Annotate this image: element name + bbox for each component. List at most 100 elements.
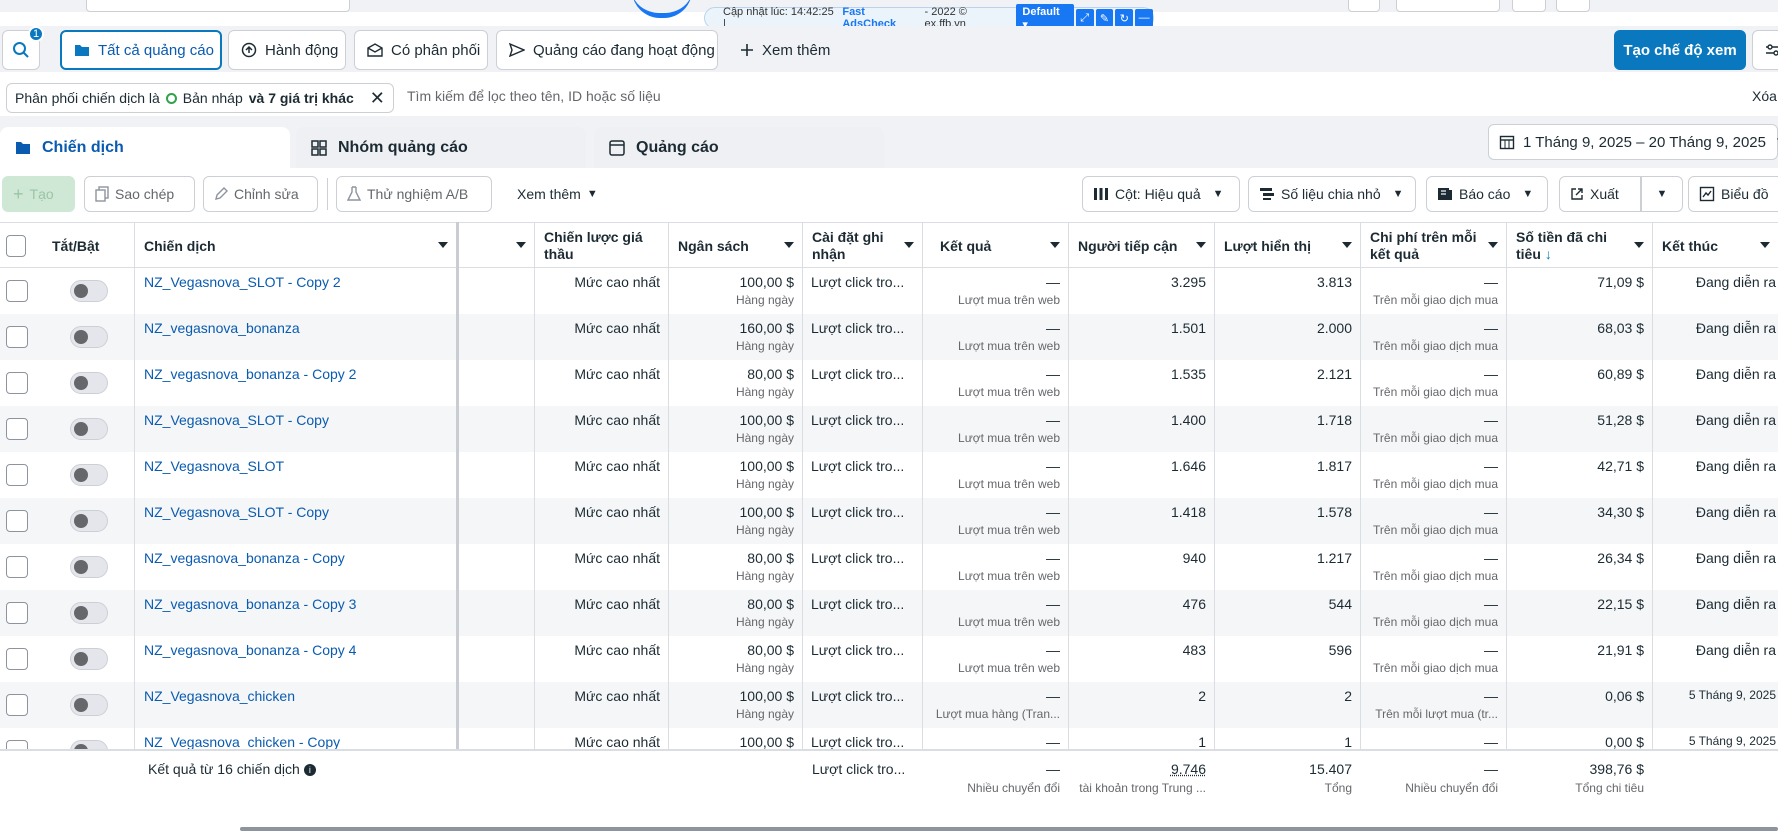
column-header-results[interactable]: Kết quả: [922, 223, 1068, 269]
table-row[interactable]: NZ_Vegasnova_SLOT - Copy Mức cao nhất 100,…: [0, 406, 1778, 452]
duplicate-button[interactable]: Sao chép: [84, 176, 195, 212]
row-checkbox[interactable]: [6, 694, 28, 716]
tab-ads[interactable]: Quảng cáo: [594, 127, 884, 168]
summary-reach[interactable]: 9.746 tài khoản trong Trung ...: [1068, 761, 1206, 795]
budget-cell[interactable]: 100,00 $ Hàng ngày: [668, 688, 794, 721]
column-header-campaign[interactable]: Chiến dịch: [134, 223, 456, 269]
table-row[interactable]: NZ_vegasnova_bonanza - Copy 4 Mức cao nhấ…: [0, 636, 1778, 682]
campaign-toggle[interactable]: [70, 510, 108, 532]
budget-cell[interactable]: 80,00 $ Hàng ngày: [668, 642, 794, 675]
budget-cell[interactable]: 80,00 $ Hàng ngày: [668, 596, 794, 629]
campaign-name-link[interactable]: NZ_vegasnova_bonanza: [144, 320, 300, 336]
row-checkbox[interactable]: [6, 464, 28, 486]
campaign-name-link[interactable]: NZ_vegasnova_bonanza - Copy 4: [144, 642, 356, 658]
campaign-name-link[interactable]: NZ_Vegasnova_chicken: [144, 688, 295, 704]
table-row[interactable]: NZ_Vegasnova_SLOT Mức cao nhất 100,00 $ Hàn…: [0, 452, 1778, 498]
ab-test-button[interactable]: Thử nghiệm A/B: [336, 176, 492, 212]
reports-button[interactable]: Báo cáo ▼: [1426, 176, 1548, 212]
tab-adsets[interactable]: Nhóm quảng cáo: [296, 127, 586, 168]
settings-button[interactable]: [1752, 30, 1778, 70]
date-range-picker[interactable]: 1 Tháng 9, 2025 – 20 Tháng 9, 2025 ▼: [1488, 124, 1778, 160]
close-icon[interactable]: ✕: [370, 88, 385, 109]
table-row[interactable]: NZ_vegasnova_bonanza Mức cao nhất 160,00 $…: [0, 314, 1778, 360]
row-checkbox[interactable]: [6, 418, 28, 440]
budget-cell[interactable]: 100,00 $: [668, 734, 794, 749]
column-header-cost-per-result[interactable]: Chi phí trên mỗi kết quả: [1360, 223, 1506, 269]
table-row[interactable]: NZ_Vegasnova_SLOT - Copy Mức cao nhất 100,…: [0, 498, 1778, 544]
filter-search-input[interactable]: Tìm kiếm để lọc theo tên, ID hoặc số liệ…: [407, 88, 661, 104]
caret-down-icon[interactable]: [1488, 242, 1498, 248]
caret-down-icon[interactable]: [1050, 242, 1060, 248]
top-button[interactable]: [1348, 0, 1380, 12]
all-ads-button[interactable]: Tất cả quảng cáo: [60, 30, 222, 70]
charts-button[interactable]: Biểu đồ: [1688, 176, 1778, 212]
column-header-toggle[interactable]: Tắt/Bật: [42, 223, 134, 269]
campaign-name-link[interactable]: NZ_Vegasnova_SLOT: [144, 458, 284, 474]
export-button[interactable]: Xuất: [1559, 176, 1641, 212]
campaign-name-link[interactable]: NZ_Vegasnova_SLOT - Copy: [144, 504, 329, 520]
column-header-bid-strategy[interactable]: Chiến lược giá thầu: [534, 223, 668, 269]
campaign-toggle[interactable]: [70, 280, 108, 302]
table-row[interactable]: NZ_vegasnova_bonanza - Copy 2 Mức cao nhấ…: [0, 360, 1778, 406]
campaign-name-link[interactable]: NZ_vegasnova_bonanza - Copy: [144, 550, 345, 566]
budget-cell[interactable]: 100,00 $ Hàng ngày: [668, 274, 794, 307]
horizontal-scrollbar[interactable]: [240, 827, 1778, 831]
budget-cell[interactable]: 160,00 $ Hàng ngày: [668, 320, 794, 353]
campaign-toggle[interactable]: [70, 602, 108, 624]
budget-cell[interactable]: 80,00 $ Hàng ngày: [668, 366, 794, 399]
search-button[interactable]: 1: [2, 30, 40, 70]
top-button[interactable]: [1556, 0, 1590, 12]
table-row[interactable]: NZ_Vegasnova_chicken Mức cao nhất 100,00 $…: [0, 682, 1778, 728]
edit-icon[interactable]: ✎: [1096, 9, 1114, 27]
active-ads-button[interactable]: Quảng cáo đang hoạt động: [496, 30, 718, 70]
row-checkbox[interactable]: [6, 602, 28, 624]
budget-cell[interactable]: 100,00 $ Hàng ngày: [668, 458, 794, 491]
campaign-toggle[interactable]: [70, 648, 108, 670]
top-button[interactable]: [1396, 0, 1500, 12]
top-input-box[interactable]: [86, 0, 350, 12]
create-view-button[interactable]: Tạo chế độ xem: [1614, 30, 1746, 70]
budget-cell[interactable]: 100,00 $ Hàng ngày: [668, 412, 794, 445]
column-header-hidden[interactable]: [456, 223, 534, 269]
campaign-toggle[interactable]: [70, 556, 108, 578]
see-more-button[interactable]: Xem thêm: [728, 30, 834, 70]
delivering-button[interactable]: Có phân phối: [354, 30, 488, 70]
campaign-name-link[interactable]: NZ_vegasnova_bonanza - Copy 3: [144, 596, 356, 612]
info-icon[interactable]: i: [304, 764, 316, 776]
top-button[interactable]: [1512, 0, 1546, 12]
expand-icon[interactable]: ⤢: [1076, 9, 1094, 27]
clear-filters-link[interactable]: Xóa: [1752, 88, 1777, 104]
export-dropdown-button[interactable]: ▼: [1641, 176, 1683, 212]
columns-button[interactable]: Cột: Hiệu quả ▼: [1082, 176, 1240, 212]
filter-chip[interactable]: Phân phối chiến dịch là Bản nháp và 7 gi…: [6, 83, 394, 113]
column-header-budget[interactable]: Ngân sách: [668, 223, 802, 269]
row-checkbox[interactable]: [6, 280, 28, 302]
minimize-icon[interactable]: —: [1135, 9, 1153, 27]
caret-down-icon[interactable]: [904, 242, 914, 248]
table-row[interactable]: NZ_vegasnova_bonanza - Copy Mức cao nhất 8…: [0, 544, 1778, 590]
edit-button[interactable]: Chỉnh sửa: [203, 176, 318, 212]
campaign-toggle[interactable]: [70, 326, 108, 348]
column-header-impressions[interactable]: Lượt hiển thị: [1214, 223, 1360, 269]
select-all-checkbox[interactable]: [6, 235, 26, 257]
row-checkbox[interactable]: [6, 326, 28, 348]
sort-arrow-down-icon[interactable]: ↓: [1545, 246, 1552, 262]
column-header-attribution[interactable]: Cài đặt ghi nhận: [802, 223, 922, 269]
campaign-toggle[interactable]: [70, 464, 108, 486]
column-header-reach[interactable]: Người tiếp cận: [1068, 223, 1214, 269]
tab-campaigns[interactable]: Chiến dịch: [0, 127, 290, 168]
caret-down-icon[interactable]: [1342, 242, 1352, 248]
caret-down-icon[interactable]: [438, 242, 448, 248]
column-header-amount-spent[interactable]: Số tiền đã chi tiêu ↓: [1506, 223, 1652, 269]
caret-down-icon[interactable]: [784, 242, 794, 248]
caret-down-icon[interactable]: [1760, 242, 1770, 248]
caret-down-icon[interactable]: [1196, 242, 1206, 248]
campaign-toggle[interactable]: [70, 372, 108, 394]
breakdown-button[interactable]: Số liệu chia nhỏ ▼: [1248, 176, 1416, 212]
campaign-name-link[interactable]: NZ_Vegasnova_SLOT - Copy 2: [144, 274, 341, 290]
campaign-toggle[interactable]: [70, 740, 108, 749]
row-checkbox[interactable]: [6, 648, 28, 670]
actions-button[interactable]: Hành động: [228, 30, 346, 70]
budget-cell[interactable]: 80,00 $ Hàng ngày: [668, 550, 794, 583]
campaign-name-link[interactable]: NZ_Vegasnova_chicken - Copy: [144, 734, 340, 749]
